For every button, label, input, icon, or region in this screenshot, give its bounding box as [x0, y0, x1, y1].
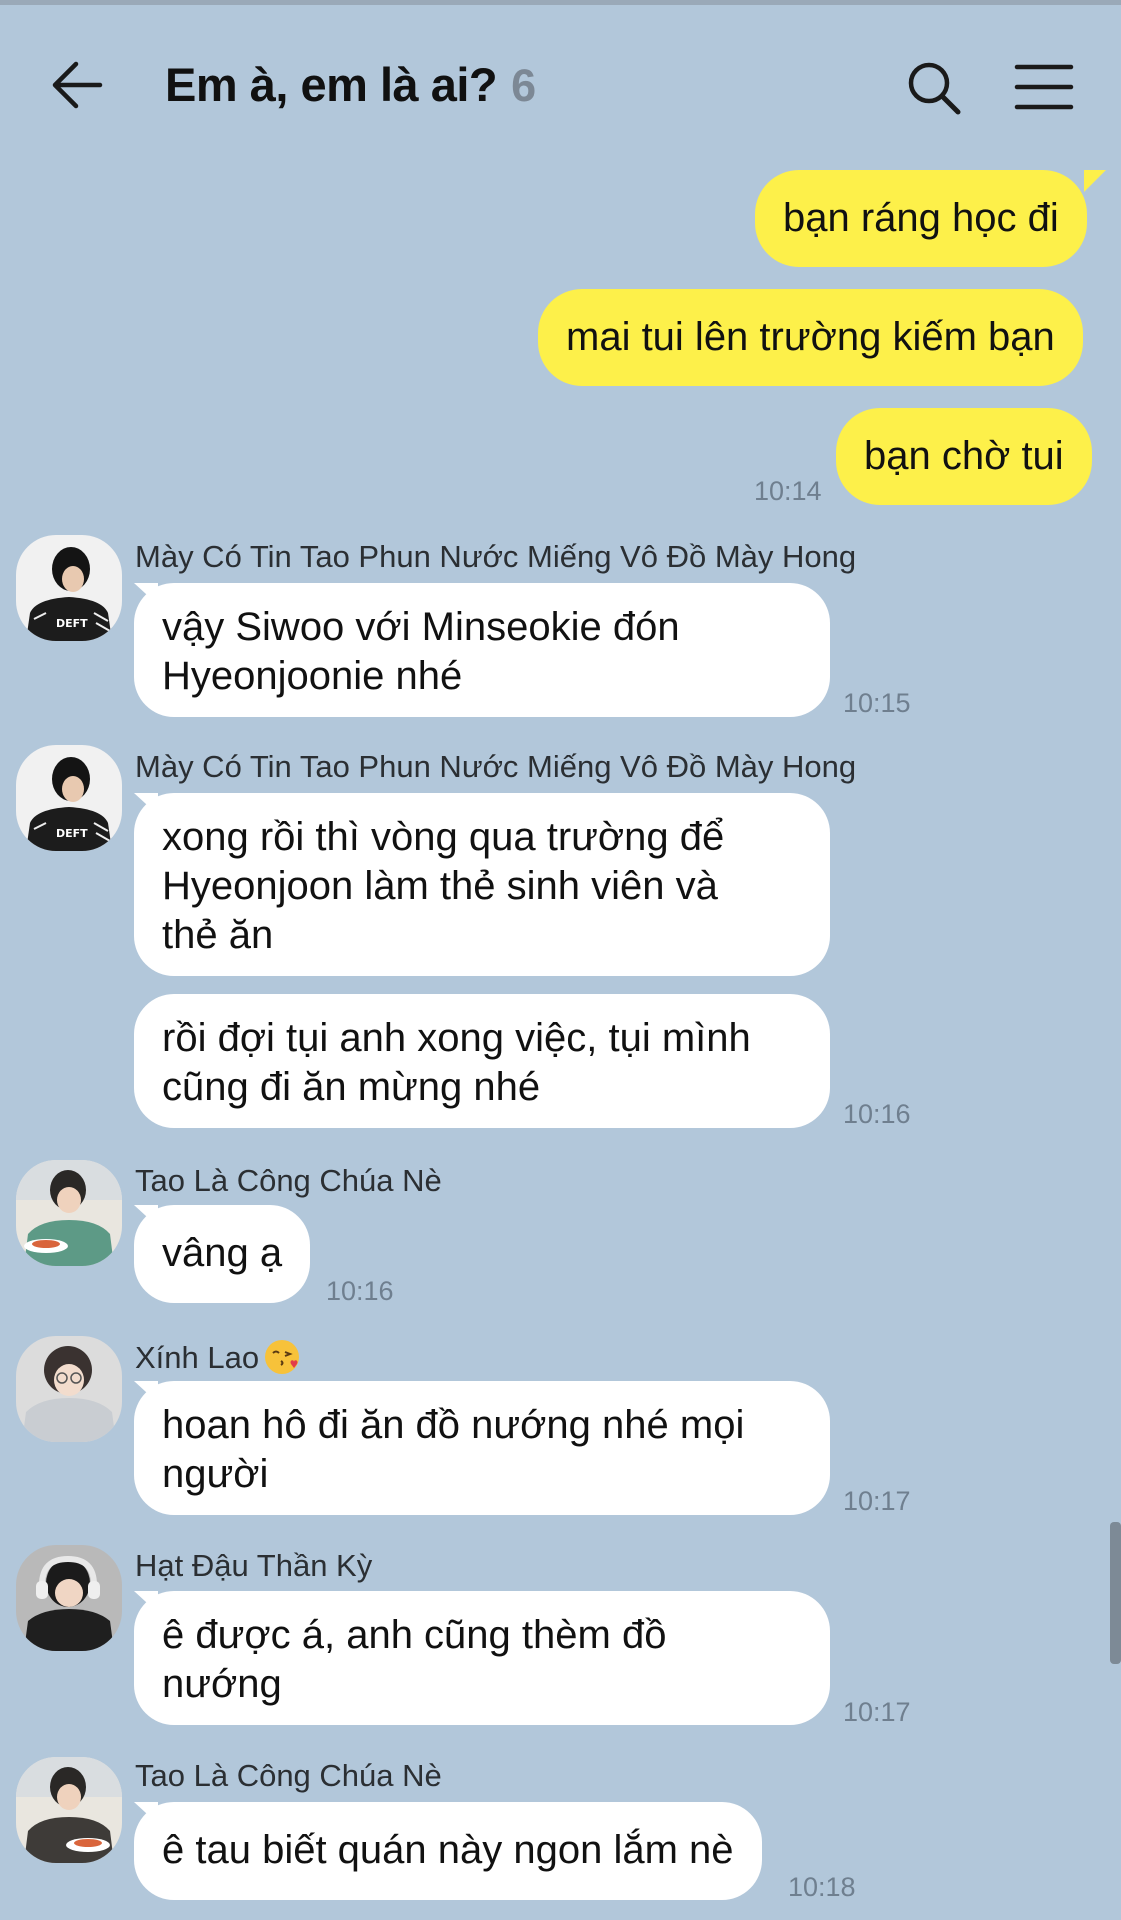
- sender-name: Tao Là Công Chúa Nè: [135, 1758, 442, 1793]
- message-text: vâng ạ: [162, 1231, 283, 1275]
- message-bubble[interactable]: ê được á, anh cũng thèm đồ nướng: [134, 1591, 830, 1725]
- message-bubble[interactable]: hoan hô đi ăn đồ nướng nhé mọi người: [134, 1381, 830, 1515]
- avatar-jersey-text: DEFT: [56, 827, 88, 840]
- chat-header: Em à, em là ai? 6: [0, 5, 1121, 160]
- face-blowing-kiss-emoji: [265, 1340, 300, 1374]
- message-text: bạn ráng học đi: [783, 196, 1059, 240]
- message-bubble[interactable]: rồi đợi tụi anh xong việc, tụi mình cũng…: [134, 994, 830, 1128]
- bubble-tail: [1084, 170, 1106, 192]
- message-line: cũng đi ăn mừng nhé: [162, 1065, 541, 1109]
- avatar[interactable]: DEFT: [16, 745, 122, 851]
- message-text: mai tui lên trường kiếm bạn: [566, 315, 1055, 359]
- message-bubble[interactable]: ê tau biết quán này ngon lắm nè: [134, 1802, 762, 1900]
- sender-name: Hạt Đậu Thần Kỳ: [135, 1548, 373, 1583]
- my-message-bubble[interactable]: bạn ráng học đi: [755, 170, 1087, 267]
- member-count: 6: [511, 60, 537, 111]
- chat-title-group[interactable]: Em à, em là ai? 6: [165, 57, 536, 117]
- my-message-bubble[interactable]: bạn chờ tui: [836, 408, 1092, 505]
- sender-name: Mày Có Tin Tao Phun Nước Miếng Vô Đồ Mày…: [135, 539, 857, 574]
- message-time: 10:16: [326, 1276, 394, 1306]
- search-button[interactable]: [906, 60, 962, 116]
- menu-button[interactable]: [1014, 61, 1074, 113]
- message-time: 10:18: [788, 1872, 856, 1902]
- chat-title: Em à, em là ai?: [165, 58, 498, 111]
- message-time: 10:15: [843, 688, 911, 718]
- message-line: thẻ ăn: [162, 913, 274, 957]
- sender-name: Mày Có Tin Tao Phun Nước Miếng Vô Đồ Mày…: [135, 749, 857, 784]
- message-text: ê tau biết quán này ngon lắm nè: [162, 1828, 734, 1872]
- avatar[interactable]: [16, 1160, 122, 1266]
- scrollbar[interactable]: [1110, 1522, 1121, 1664]
- message-line: ê được á, anh cũng thèm đồ: [162, 1613, 667, 1657]
- sender-name: Xính Lao: [135, 1338, 301, 1376]
- search-icon: [908, 62, 961, 115]
- back-button[interactable]: [48, 55, 108, 115]
- message-time: 10:14: [754, 476, 822, 506]
- message-line: vậy Siwoo với Minseokie đón: [162, 605, 680, 649]
- message-line: hoan hô đi ăn đồ nướng nhé mọi: [162, 1403, 745, 1447]
- message-bubble[interactable]: xong rồi thì vòng qua trường để Hyeonjoo…: [134, 793, 830, 976]
- message-line: rồi đợi tụi anh xong việc, tụi mình: [162, 1016, 751, 1060]
- avatar-jersey-text: DEFT: [56, 617, 88, 630]
- sender-name: Tao Là Công Chúa Nè: [135, 1163, 442, 1198]
- message-bubble[interactable]: vậy Siwoo với Minseokie đón Hyeonjoonie …: [134, 583, 830, 717]
- message-line: Hyeonjoonie nhé: [162, 654, 463, 698]
- avatar[interactable]: DEFT: [16, 535, 122, 641]
- message-bubble[interactable]: vâng ạ: [134, 1205, 311, 1303]
- sender-name-text: Xính Lao: [135, 1340, 260, 1375]
- arrow-left-icon: [52, 61, 103, 109]
- message-line: người: [162, 1452, 269, 1496]
- message-time: 10:17: [843, 1697, 911, 1727]
- message-time: 10:17: [843, 1486, 911, 1516]
- message-time: 10:16: [843, 1099, 911, 1129]
- message-line: Hyeonjoon làm thẻ sinh viên và: [162, 864, 718, 908]
- my-message-bubble[interactable]: mai tui lên trường kiếm bạn: [538, 289, 1083, 386]
- hamburger-menu-icon: [1014, 64, 1074, 110]
- message-line: xong rồi thì vòng qua trường để: [162, 815, 725, 859]
- avatar[interactable]: [16, 1757, 122, 1863]
- avatar[interactable]: [16, 1545, 122, 1651]
- message-line: nướng: [162, 1662, 282, 1706]
- message-text: bạn chờ tui: [864, 434, 1064, 478]
- avatar[interactable]: [16, 1336, 122, 1442]
